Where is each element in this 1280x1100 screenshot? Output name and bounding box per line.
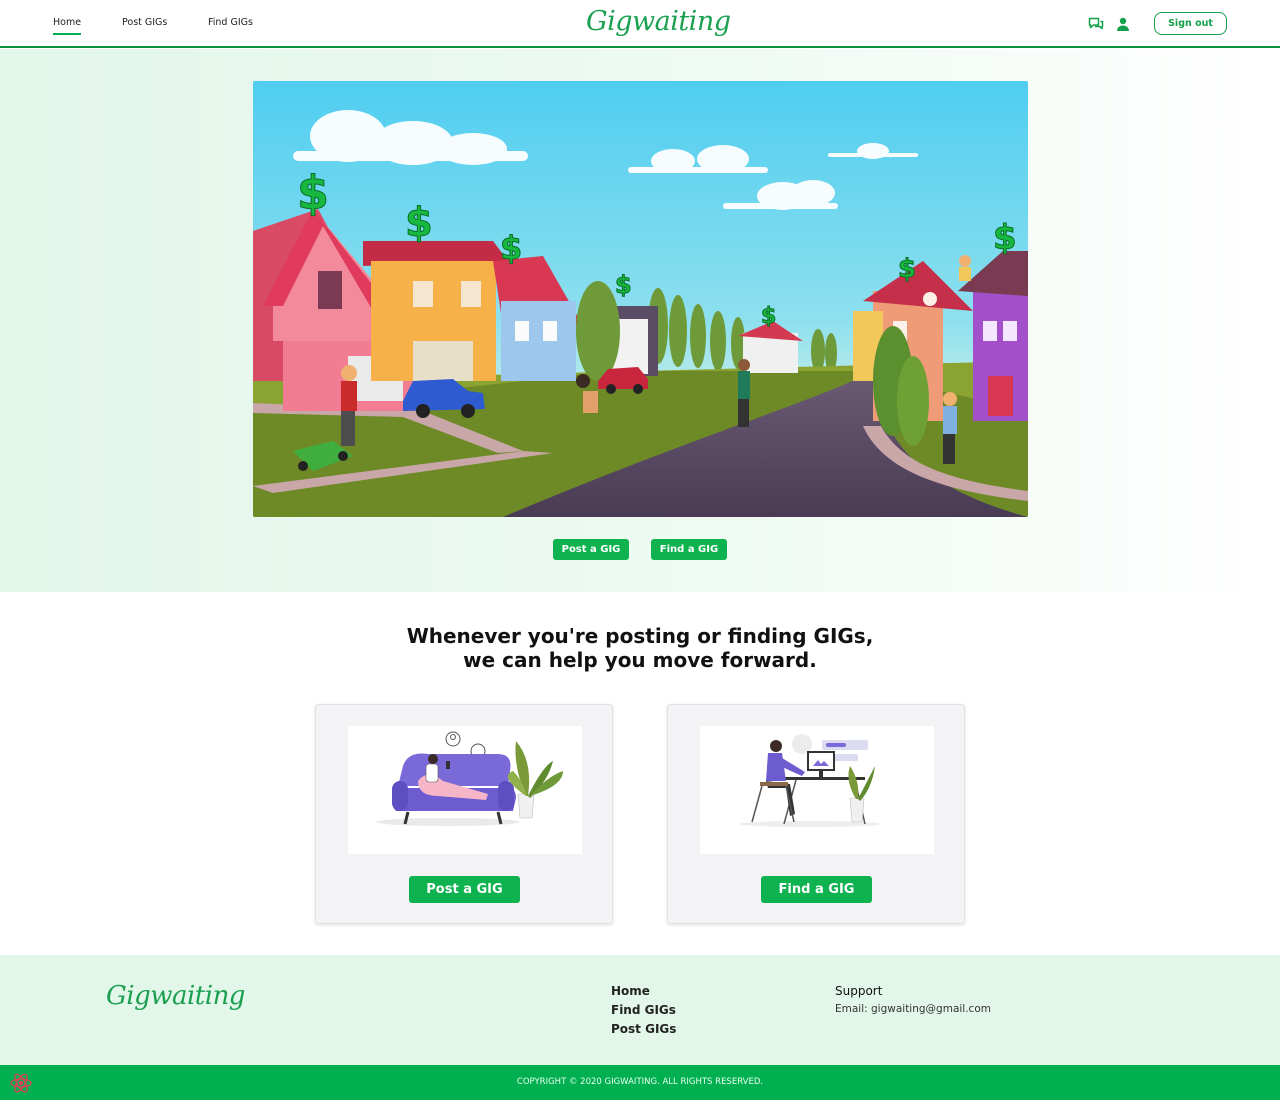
support-title: Support: [835, 984, 883, 998]
chat-icon[interactable]: [1088, 16, 1104, 32]
svg-text:$: $: [993, 218, 1017, 258]
sign-out-button[interactable]: Sign out: [1154, 12, 1227, 35]
nav-post-gigs-link[interactable]: Post GIGs: [122, 17, 167, 28]
support-email[interactable]: Email: gigwaiting@gmail.com: [835, 1003, 991, 1015]
copyright-bar: COPYRIGHT © 2020 GIGWAITING. ALL RIGHTS …: [0, 1065, 1280, 1100]
nav-find-gigs-link[interactable]: Find GIGs: [208, 17, 253, 28]
svg-text:$: $: [500, 229, 522, 267]
hero-post-gig-button[interactable]: Post a GIG: [553, 539, 629, 560]
svg-text:$: $: [615, 271, 632, 299]
svg-text:$: $: [405, 200, 433, 246]
card-find-gig-button[interactable]: Find a GIG: [761, 876, 872, 903]
svg-text:$: $: [898, 254, 916, 284]
brand-logo[interactable]: Gigwaiting: [586, 6, 731, 37]
footer-find-gigs-link[interactable]: Find GIGs: [611, 1003, 676, 1017]
svg-text:$: $: [761, 304, 776, 329]
nav-home-link[interactable]: Home: [53, 17, 82, 35]
top-navbar: Home Post GIGs Find GIGs Gigwaiting Sign…: [0, 0, 1280, 48]
find-gig-illustration: [700, 726, 934, 854]
post-gig-card: Post a GIG: [315, 704, 613, 924]
footer-home-link[interactable]: Home: [611, 984, 650, 998]
footer-brand-logo[interactable]: Gigwaiting: [106, 981, 245, 1011]
post-gig-illustration: [348, 726, 582, 854]
hero-illustration: $ $ $ $ $ $ $: [253, 81, 1028, 517]
footer: Gigwaiting Home Find GIGs Post GIGs Supp…: [0, 955, 1280, 1065]
tagline-line-2: we can help you move forward.: [463, 648, 817, 672]
card-post-gig-button[interactable]: Post a GIG: [409, 876, 520, 903]
find-gig-card: Find a GIG: [667, 704, 965, 924]
tagline-line-1: Whenever you're posting or finding GIGs,: [406, 624, 874, 648]
hero-section: $ $ $ $ $ $ $ Post a GIG Find a GIG: [0, 49, 1280, 592]
svg-text:$: $: [297, 166, 329, 220]
footer-post-gigs-link[interactable]: Post GIGs: [611, 1022, 676, 1036]
hero-find-gig-button[interactable]: Find a GIG: [651, 539, 727, 560]
user-icon[interactable]: [1115, 16, 1131, 32]
copyright-text: COPYRIGHT © 2020 GIGWAITING. ALL RIGHTS …: [516, 1077, 764, 1087]
